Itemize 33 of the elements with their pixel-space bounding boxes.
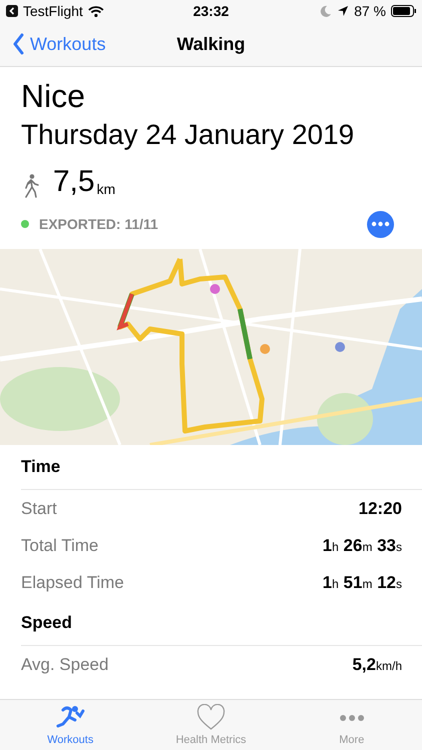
ellipsis-icon: [340, 715, 364, 721]
moon-icon: [320, 5, 332, 17]
row-label: Elapsed Time: [21, 572, 124, 592]
tab-item[interactable]: Health Metrics: [140, 700, 282, 750]
ellipsis-icon: [371, 221, 390, 227]
battery-percent: 87 %: [354, 3, 386, 19]
wifi-icon: [88, 5, 104, 17]
export-status: EXPORTED: 11/11: [39, 216, 160, 232]
tab-item[interactable]: Workouts: [0, 700, 141, 750]
row-label: Total Time: [21, 536, 98, 556]
back-app-icon[interactable]: [6, 5, 18, 17]
section-header: Speed: [21, 601, 422, 646]
row-value: 1h 26m 33s: [322, 536, 402, 556]
row-value: 1h 51m 12s: [322, 572, 402, 592]
workout-date: Thursday 24 January 2019: [21, 118, 356, 152]
place-title: Nice: [21, 77, 86, 116]
tab-item[interactable]: More: [281, 700, 422, 750]
section-header: Time: [21, 445, 422, 490]
screen-title: Walking: [176, 34, 246, 54]
back-button[interactable]: Workouts: [0, 33, 118, 55]
more-options-button[interactable]: [367, 210, 394, 238]
row-value: 12:20: [358, 498, 402, 518]
row-label: Avg. Speed: [21, 654, 109, 674]
heart-icon: [196, 704, 226, 732]
location-arrow-icon: [337, 5, 350, 17]
distance-unit: km: [96, 180, 116, 199]
row-value: 5,2km/h: [352, 654, 402, 674]
row-label: Start: [21, 498, 57, 518]
distance-value: 7,5: [53, 165, 95, 199]
battery-icon: [391, 5, 416, 17]
back-app-label[interactable]: TestFlight: [23, 3, 83, 19]
chevron-left-icon: [12, 33, 24, 55]
clock-time: 23:32: [193, 3, 229, 19]
